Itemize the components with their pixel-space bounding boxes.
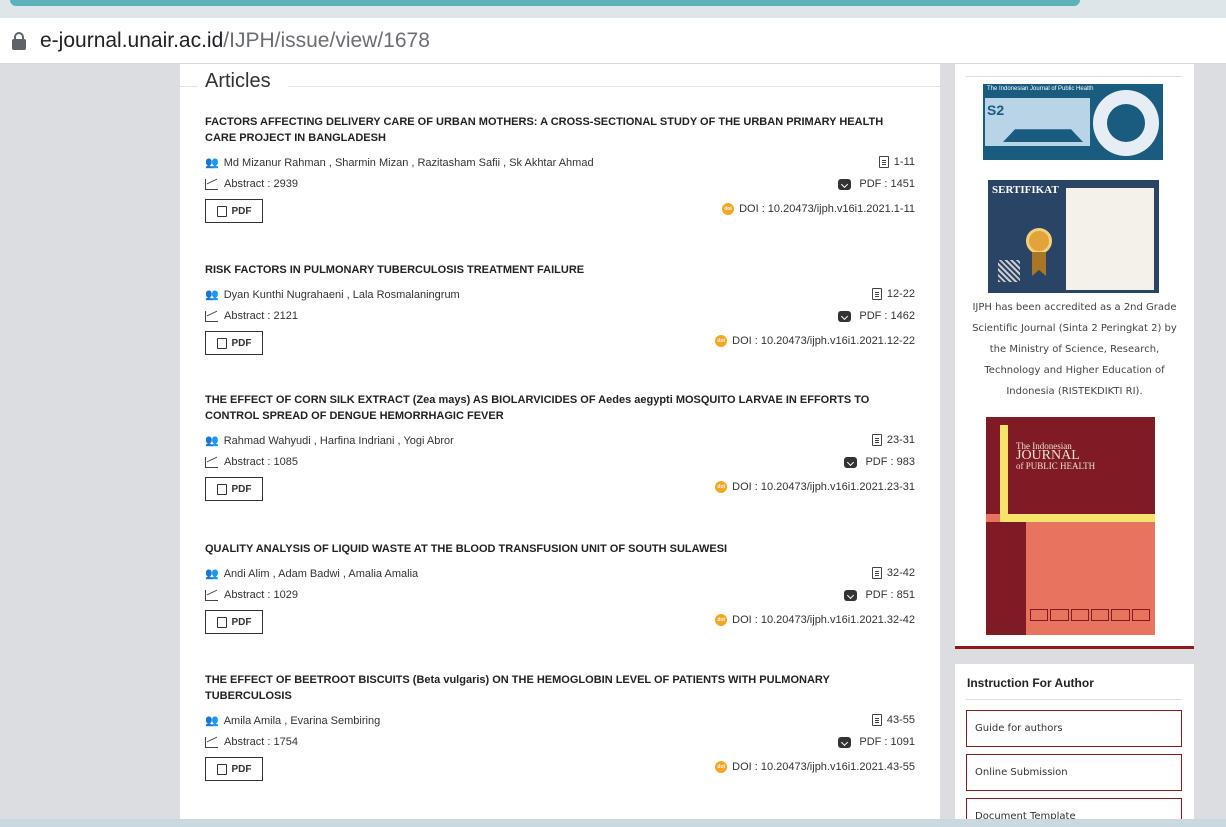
qr-code-icon: [998, 260, 1020, 282]
pages-icon: [871, 567, 882, 579]
chart-icon: [205, 178, 218, 190]
article-authors: Andi Alim , Adam Badwi , Amalia Amalia: [223, 567, 419, 580]
wayang-logo-icon: [1093, 90, 1159, 156]
doi-icon: doi: [715, 761, 728, 773]
download-icon: [844, 456, 858, 468]
pdf-icon: [216, 763, 227, 775]
pages-icon: [871, 288, 882, 300]
chart-icon: [205, 736, 218, 748]
article-pages: 43-55: [886, 714, 915, 726]
article-authors: Dyan Kunthi Nugrahaeni , Lala Rosmalanin…: [223, 288, 460, 301]
sinta-badge[interactable]: The Indonesian Journal of Public Health …: [983, 84, 1163, 160]
abstract-count: Abstract : 2939: [224, 178, 298, 190]
pdf-count: PDF : 983: [865, 456, 915, 468]
pdf-count: PDF : 1462: [859, 310, 915, 322]
article-authors: Amila Amila , Evarina Sembiring: [223, 714, 381, 727]
sinta-title: The Indonesian Journal of Public Health: [987, 86, 1094, 92]
journal-cover-image[interactable]: The Indonesian JOURNAL of PUBLIC HEALTH: [986, 417, 1155, 635]
abstract-count: Abstract : 1029: [224, 589, 298, 601]
document-template-link[interactable]: Document Template: [966, 798, 1182, 819]
pdf-button[interactable]: PDF: [205, 757, 263, 781]
doi-link[interactable]: DOI : 10.20473/ijph.v16i1.2021.12-22: [732, 335, 915, 347]
sidebar-accreditation: The Indonesian Journal of Public Health …: [955, 64, 1194, 649]
article-pages: 32-42: [886, 567, 915, 579]
pages-icon: [871, 434, 882, 446]
users-icon: 👥: [205, 568, 219, 580]
lock-icon[interactable]: [12, 31, 26, 50]
abstract-count: Abstract : 1085: [224, 456, 298, 468]
chart-icon: [205, 310, 218, 322]
article-item: RISK FACTORS IN PULMONARY TUBERCULOSIS T…: [205, 262, 918, 358]
article-title[interactable]: THE EFFECT OF BEETROOT BISCUITS (Beta vu…: [205, 672, 910, 704]
users-icon: 👥: [205, 715, 219, 727]
article-pages: 12-22: [886, 288, 915, 300]
doi-icon: doi: [722, 203, 735, 215]
bottom-scroll-strip: [0, 819, 1226, 827]
article-pages: 1-11: [893, 156, 915, 168]
article-authors: Rahmad Wahyudi , Harfina Indriani , Yogi…: [223, 434, 454, 447]
pdf-icon: [216, 616, 227, 628]
chart-icon: [205, 456, 218, 468]
article-item: THE EFFECT OF BEETROOT BISCUITS (Beta vu…: [205, 672, 918, 784]
pages-icon: [871, 714, 882, 726]
pages-icon: [878, 156, 889, 168]
pdf-button[interactable]: PDF: [205, 331, 263, 355]
address-bar[interactable]: e-journal.unair.ac.id/IJPH/issue/view/16…: [0, 18, 1226, 64]
article-item: FACTORS AFFECTING DELIVERY CARE OF URBAN…: [205, 114, 918, 226]
pdf-count: PDF : 1451: [859, 178, 915, 190]
certificate-image[interactable]: SERTIFIKAT: [988, 180, 1159, 293]
instruction-title: Instruction For Author: [967, 676, 1094, 690]
doi-icon: doi: [715, 614, 728, 626]
pdf-icon: [216, 483, 227, 495]
pdf-icon: [216, 205, 227, 217]
article-authors: Md Mizanur Rahman , Sharmin Mizan , Razi…: [223, 156, 594, 169]
pdf-button[interactable]: PDF: [205, 610, 263, 634]
medal-icon: [1026, 228, 1052, 254]
article-title[interactable]: FACTORS AFFECTING DELIVERY CARE OF URBAN…: [205, 114, 910, 146]
url-text[interactable]: e-journal.unair.ac.id/IJPH/issue/view/16…: [40, 29, 430, 53]
pdf-count: PDF : 1091: [859, 736, 915, 748]
pdf-count: PDF : 851: [865, 589, 915, 601]
page-content: Articles FACTORS AFFECTING DELIVERY CARE…: [0, 64, 1226, 819]
download-icon: [838, 736, 852, 748]
article-item: THE EFFECT OF CORN SILK EXTRACT (Zea may…: [205, 392, 918, 504]
users-icon: 👥: [205, 157, 219, 169]
active-tab-indicator: [10, 0, 1080, 6]
pdf-icon: [216, 337, 227, 349]
article-pages: 23-31: [886, 434, 915, 446]
doi-link[interactable]: DOI : 10.20473/ijph.v16i1.2021.32-42: [732, 614, 915, 626]
cover-title: The Indonesian JOURNAL of PUBLIC HEALTH: [1016, 441, 1096, 471]
certificate-label: SERTIFIKAT: [992, 184, 1059, 196]
article-title[interactable]: QUALITY ANALYSIS OF LIQUID WASTE AT THE …: [205, 541, 910, 557]
article-item: QUALITY ANALYSIS OF LIQUID WASTE AT THE …: [205, 541, 918, 637]
article-title[interactable]: THE EFFECT OF CORN SILK EXTRACT (Zea may…: [205, 392, 910, 424]
section-title: Articles: [205, 70, 271, 92]
download-icon: [844, 589, 858, 601]
download-icon: [838, 310, 852, 322]
abstract-count: Abstract : 2121: [224, 310, 298, 322]
abstract-count: Abstract : 1754: [224, 736, 298, 748]
sinta-rank: S2: [987, 102, 1005, 118]
doi-icon: doi: [715, 481, 728, 493]
articles-header: Articles: [180, 70, 940, 100]
doi-link[interactable]: DOI : 10.20473/ijph.v16i1.2021.1-11: [739, 203, 915, 215]
article-title[interactable]: RISK FACTORS IN PULMONARY TUBERCULOSIS T…: [205, 262, 910, 278]
instruction-panel: Instruction For Author Guide for authors…: [955, 664, 1194, 819]
doi-icon: doi: [715, 335, 728, 347]
guide-for-authors-link[interactable]: Guide for authors: [966, 710, 1182, 747]
pdf-button[interactable]: PDF: [205, 477, 263, 501]
online-submission-link[interactable]: Online Submission: [966, 754, 1182, 791]
doi-link[interactable]: DOI : 10.20473/ijph.v16i1.2021.23-31: [732, 481, 915, 493]
main-column: Articles FACTORS AFFECTING DELIVERY CARE…: [180, 64, 940, 819]
doi-link[interactable]: DOI : 10.20473/ijph.v16i1.2021.43-55: [732, 761, 915, 773]
download-icon: [838, 178, 852, 190]
pdf-button[interactable]: PDF: [205, 199, 263, 223]
accreditation-text: IJPH has been accredited as a 2nd Grade …: [972, 302, 1177, 397]
chart-icon: [205, 589, 218, 601]
users-icon: 👥: [205, 435, 219, 447]
browser-tab-strip: [0, 0, 1226, 18]
users-icon: 👥: [205, 289, 219, 301]
